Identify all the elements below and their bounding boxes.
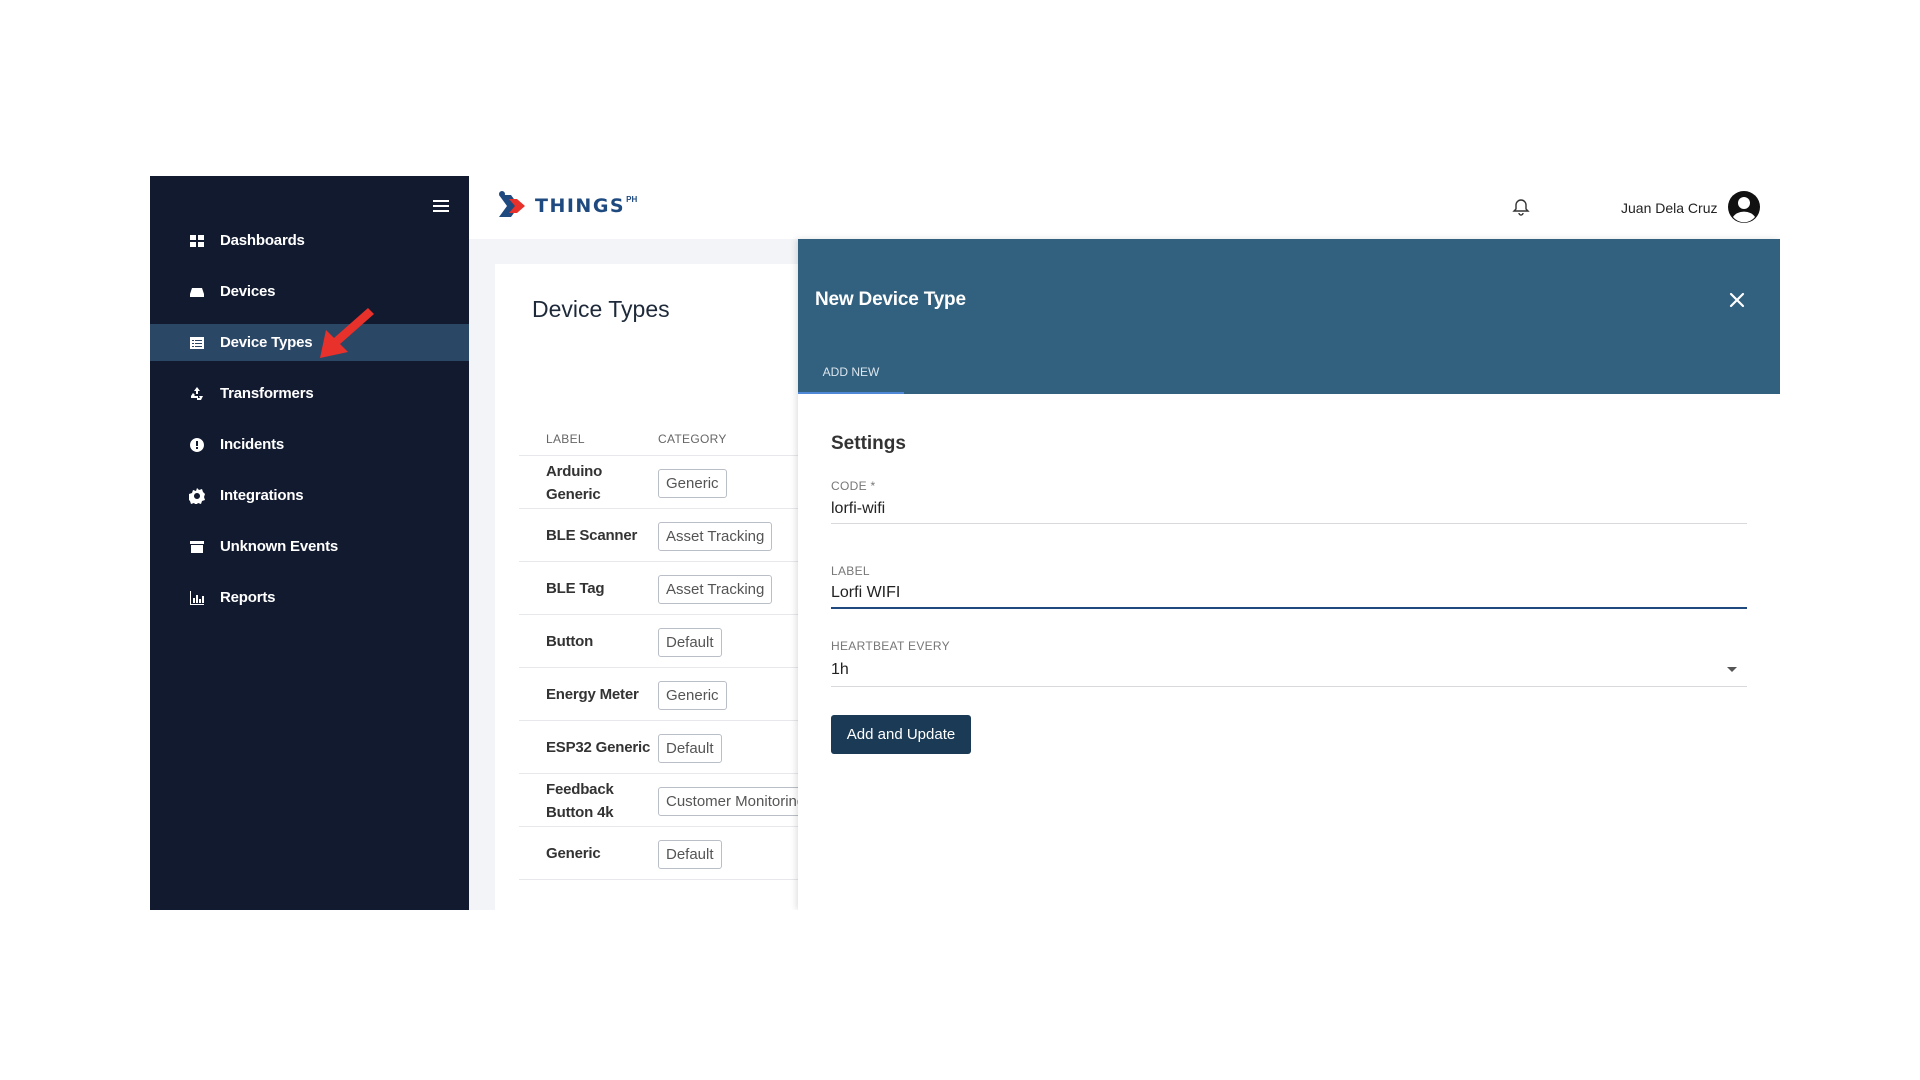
devices-icon (188, 283, 206, 301)
logo-mark-icon (499, 191, 525, 217)
user-name[interactable]: Juan Dela Cruz (1621, 200, 1718, 216)
settings-title: Settings (831, 433, 906, 454)
category-chip[interactable]: Asset Tracking (658, 575, 773, 604)
table-row[interactable]: Feedback Button 4k Customer Monitoring (519, 774, 825, 827)
category-chip[interactable]: Default (658, 840, 722, 869)
category-chip[interactable]: Generic (658, 469, 727, 498)
sidebar-item-label: Unknown Events (220, 538, 339, 555)
row-label: Button (546, 633, 594, 650)
sidebar-item-label: Integrations (220, 487, 304, 504)
sidebar-item-label: Device Types (220, 334, 313, 351)
logo-text: THINGS (535, 195, 626, 217)
row-label: Arduino Generic (546, 462, 603, 503)
heartbeat-select[interactable]: 1h (831, 656, 1747, 687)
user-avatar-icon[interactable] (1727, 190, 1761, 224)
table-header: LABEL CATEGORY (519, 432, 825, 456)
new-device-type-drawer: New Device Type ADD NEW Settings CODE * … (798, 239, 1780, 910)
close-icon[interactable] (1728, 291, 1746, 309)
sidebar-item-devices[interactable]: Devices (150, 273, 469, 310)
recycle-icon (188, 385, 206, 403)
row-label: BLE Scanner (546, 527, 638, 544)
notification-bell-icon[interactable] (1512, 198, 1530, 216)
sidebar-item-integrations[interactable]: Integrations (150, 477, 469, 514)
sidebar-item-unknown-events[interactable]: Unknown Events (150, 528, 469, 565)
row-label: ESP32 Generic (546, 739, 651, 756)
top-bar: THINGS PH Juan Dela Cruz (469, 176, 1780, 239)
row-label: Generic (546, 845, 601, 862)
tab-indicator (798, 392, 904, 394)
label-field-label: LABEL (831, 564, 870, 578)
sidebar-item-dashboards[interactable]: Dashboards (150, 222, 469, 259)
add-and-update-button[interactable]: Add and Update (831, 715, 971, 754)
heartbeat-field-label: HEARTBEAT EVERY (831, 639, 950, 653)
bar-chart-icon (188, 589, 206, 607)
logo[interactable]: THINGS PH (497, 188, 637, 224)
sidebar-item-label: Reports (220, 589, 276, 606)
table-row[interactable]: ESP32 Generic Default (519, 721, 825, 774)
list-icon (188, 334, 206, 352)
sidebar: Dashboards Devices Device Types Transfor… (150, 176, 469, 910)
annotation-arrow-icon (320, 308, 374, 358)
sidebar-item-label: Transformers (220, 385, 314, 402)
table-row[interactable]: Generic Default (519, 827, 825, 880)
category-chip[interactable]: Generic (658, 681, 727, 710)
sidebar-item-device-types[interactable]: Device Types (150, 324, 469, 361)
alert-icon (188, 436, 206, 454)
sidebar-item-transformers[interactable]: Transformers (150, 375, 469, 412)
app-window: Dashboards Devices Device Types Transfor… (150, 176, 1780, 910)
sidebar-item-label: Dashboards (220, 232, 305, 249)
archive-icon (188, 538, 206, 556)
row-label: BLE Tag (546, 580, 605, 597)
dropdown-caret-icon (1727, 667, 1737, 672)
tab-add-new[interactable]: ADD NEW (798, 349, 904, 394)
drawer-title: New Device Type (815, 289, 966, 310)
sidebar-item-reports[interactable]: Reports (150, 579, 469, 616)
column-header-category[interactable]: CATEGORY (658, 432, 727, 446)
heartbeat-selected-value: 1h (831, 661, 849, 678)
sidebar-item-label: Incidents (220, 436, 285, 453)
category-chip[interactable]: Customer Monitoring (658, 787, 814, 816)
table-row[interactable]: Arduino Generic Generic (519, 456, 825, 509)
code-field-label: CODE * (831, 479, 876, 493)
logo-superscript: PH (626, 194, 638, 204)
row-label: Feedback Button 4k (546, 780, 614, 821)
hamburger-menu-icon[interactable] (433, 200, 449, 213)
device-types-card: Device Types LABEL CATEGORY Arduino Gene… (495, 264, 825, 910)
sidebar-item-label: Devices (220, 283, 276, 300)
category-chip[interactable]: Default (658, 734, 722, 763)
page-title: Device Types (532, 296, 670, 322)
dashboard-icon (188, 232, 206, 250)
category-chip[interactable]: Default (658, 628, 722, 657)
label-field[interactable] (831, 579, 1747, 609)
table-row[interactable]: BLE Tag Asset Tracking (519, 562, 825, 615)
table-row[interactable]: Energy Meter Generic (519, 668, 825, 721)
row-label: Energy Meter (546, 686, 639, 703)
code-field[interactable] (831, 494, 1747, 524)
category-chip[interactable]: Asset Tracking (658, 522, 773, 551)
gear-icon (188, 487, 206, 505)
table-row[interactable]: BLE Scanner Asset Tracking (519, 509, 825, 562)
drawer-header: New Device Type ADD NEW (798, 239, 1780, 394)
sidebar-item-incidents[interactable]: Incidents (150, 426, 469, 463)
table-row[interactable]: Button Default (519, 615, 825, 668)
column-header-label[interactable]: LABEL (546, 432, 585, 446)
